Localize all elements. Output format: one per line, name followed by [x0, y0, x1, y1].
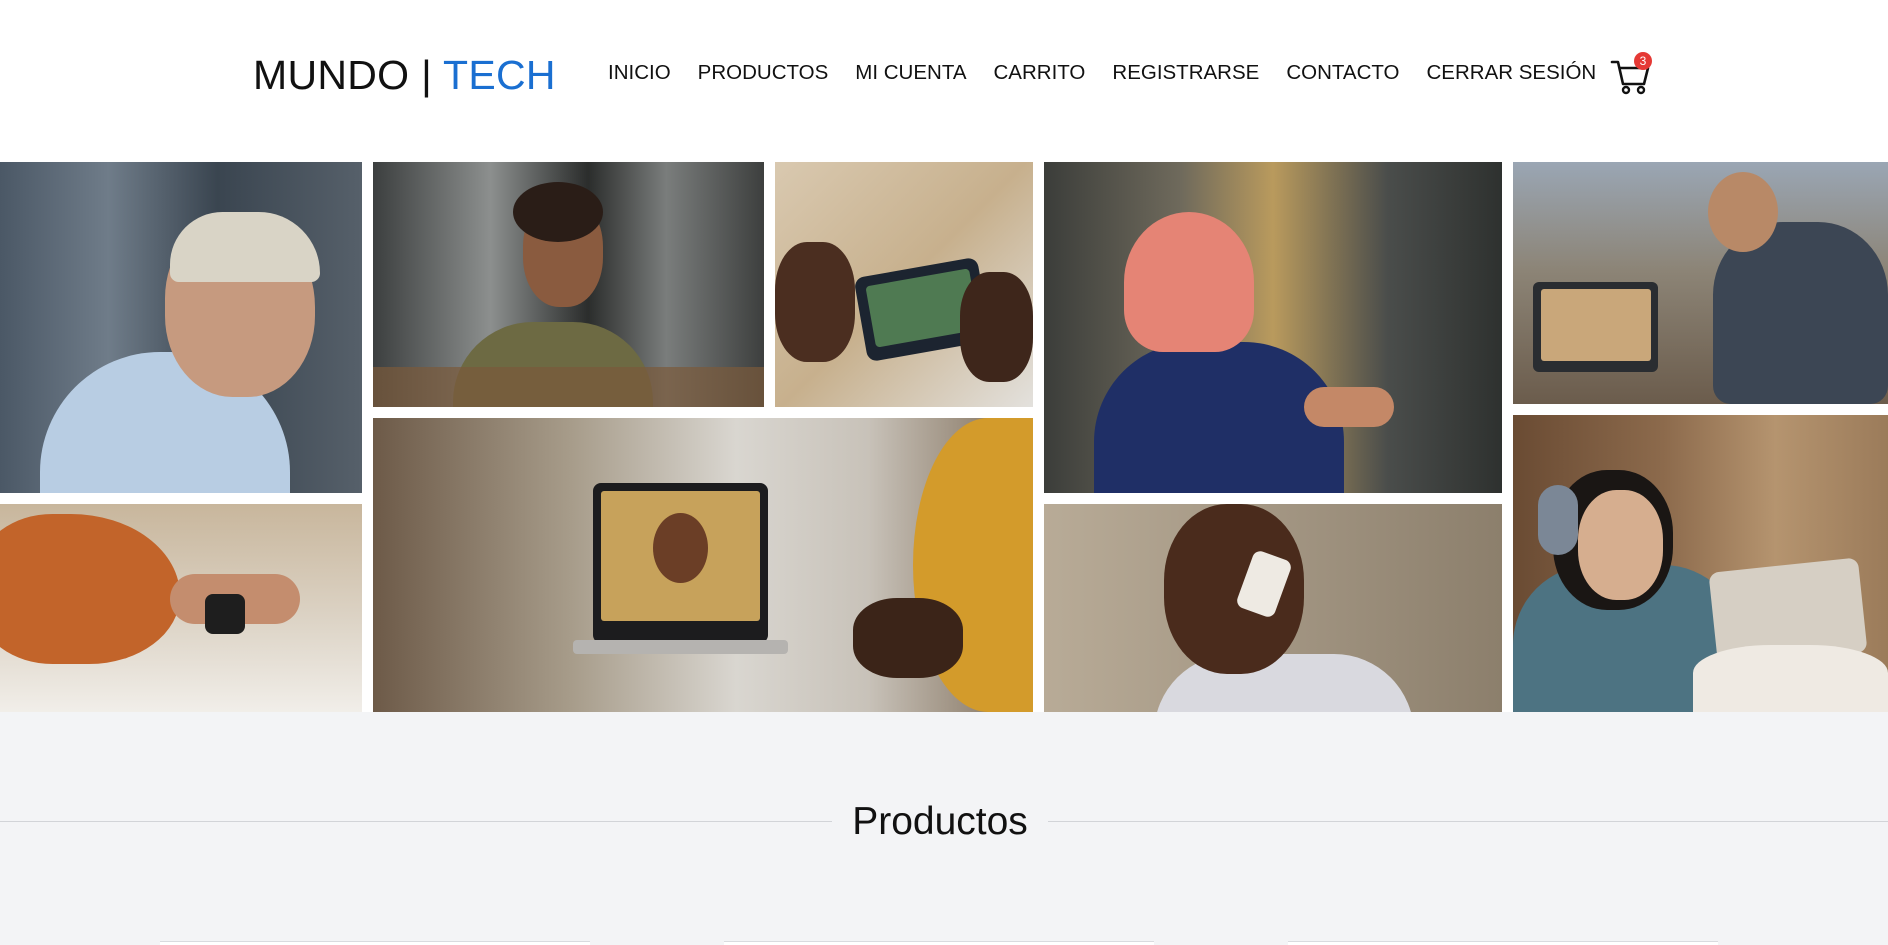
nav-link-contacto[interactable]: CONTACTO [1286, 61, 1399, 85]
products-section-header: Productos [0, 800, 1888, 844]
logo-text-tech: TECH [442, 52, 556, 98]
site-header: MUNDO | TECH INICIO PRODUCTOS MI CUENTA … [0, 0, 1888, 162]
logo-separator: | [421, 52, 433, 98]
nav-link-productos[interactable]: PRODUCTOS [698, 61, 829, 85]
photo-ipad-drawing [775, 162, 1033, 407]
cart-count-badge: 3 [1634, 52, 1652, 70]
product-card[interactable] [724, 941, 1154, 945]
nav-link-inicio[interactable]: INICIO [608, 61, 671, 85]
photo-man-earbuds [0, 162, 362, 493]
nav-link-cerrar-sesion[interactable]: CERRAR SESIÓN [1426, 61, 1596, 85]
photo-man-laptop-camera [1513, 162, 1888, 404]
nav-link-carrito[interactable]: CARRITO [994, 61, 1086, 85]
photo-woman-phone [373, 162, 764, 407]
main-nav: INICIO PRODUCTOS MI CUENTA CARRITO REGIS… [608, 60, 1623, 86]
logo-text-mundo: MUNDO [253, 52, 410, 98]
nav-link-registrarse[interactable]: REGISTRARSE [1112, 61, 1259, 85]
section-divider-left [0, 821, 832, 822]
products-section-title: Productos [852, 800, 1028, 843]
product-card[interactable] [160, 941, 590, 945]
site-logo[interactable]: MUNDO | TECH [253, 52, 556, 99]
photo-laptop-video-call [373, 418, 1033, 712]
section-divider-right [1048, 821, 1888, 822]
photo-woman-watch [1044, 162, 1502, 493]
photo-hand-watch [0, 504, 362, 712]
hero-photo-grid [0, 162, 1888, 712]
cart-button[interactable]: 3 [1610, 52, 1652, 96]
photo-woman-headphones-ipad [1513, 415, 1888, 712]
nav-link-mi-cuenta[interactable]: MI CUENTA [855, 61, 966, 85]
photo-man-on-phone [1044, 504, 1502, 712]
product-card[interactable] [1288, 941, 1718, 945]
